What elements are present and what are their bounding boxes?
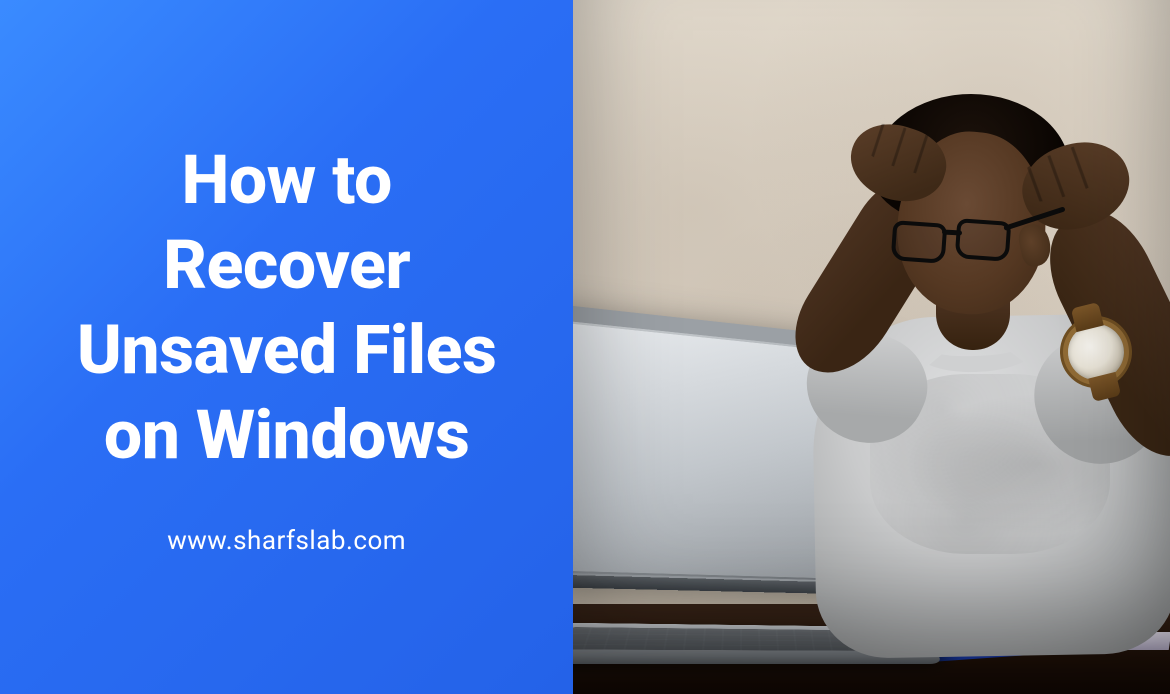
hero-image — [573, 0, 1170, 694]
glasses-icon — [892, 220, 1020, 262]
banner-headline: How to Recover Unsaved Files on Windows — [77, 138, 497, 478]
article-banner: How to Recover Unsaved Files on Windows … — [0, 0, 1170, 694]
person-illustration — [810, 74, 1170, 634]
title-panel: How to Recover Unsaved Files on Windows … — [0, 0, 573, 694]
website-url: www.sharfslab.com — [167, 526, 406, 556]
